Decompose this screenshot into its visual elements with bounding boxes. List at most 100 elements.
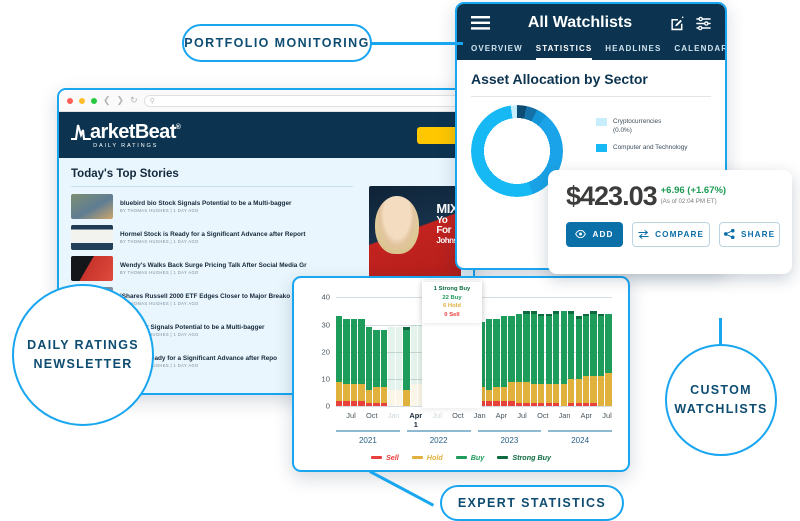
page-title: Today's Top Stories: [71, 168, 461, 180]
hamburger-menu-icon[interactable]: [471, 16, 490, 30]
bar-segment-hold: [523, 382, 529, 404]
bar-segment-sell: [531, 403, 537, 406]
marketbeat-tagline: DAILY RATINGS: [71, 143, 180, 149]
bar-segment-sell: [343, 401, 349, 406]
chart-bar[interactable]: [493, 319, 499, 406]
window-minimize-dot[interactable]: [79, 98, 85, 104]
chart-bar[interactable]: [396, 327, 402, 406]
chart-bar[interactable]: [501, 316, 507, 406]
x-axis-tick: Jan: [474, 411, 486, 429]
year-group-label: 2021: [336, 436, 400, 445]
tab-headlines[interactable]: HEADLINES: [605, 44, 661, 60]
story-headline: Wendy's Walks Back Surge Pricing Talk Af…: [120, 262, 307, 269]
chart-bar[interactable]: [516, 314, 522, 406]
chart-bar[interactable]: [590, 311, 596, 406]
year-group-line: [407, 430, 471, 432]
forward-icon[interactable]: ❯: [117, 95, 125, 106]
address-bar[interactable]: ⚲: [144, 95, 465, 107]
chart-bar[interactable]: [343, 319, 349, 406]
badge-line-2: NEWSLETTER: [33, 355, 132, 374]
chart-bar[interactable]: [568, 311, 574, 406]
legend-swatch: [497, 456, 508, 459]
badge-portfolio-monitoring[interactable]: PORTFOLIO MONITORING: [182, 24, 372, 62]
marketbeat-wordmark: arketBeat: [90, 121, 176, 143]
chart-bar[interactable]: [561, 311, 567, 406]
bar-segment-hold: [553, 384, 559, 403]
x-axis-tick: [486, 411, 496, 429]
legend-item-strong-buy[interactable]: Strong Buy: [497, 453, 551, 462]
tab-calendar[interactable]: CALENDAR: [674, 44, 727, 60]
share-button[interactable]: SHARE: [719, 222, 780, 247]
chart-bar[interactable]: [523, 311, 529, 406]
chart-bar[interactable]: [553, 311, 559, 406]
bar-segment-hold: [411, 384, 417, 406]
badge-custom-watchlists[interactable]: CUSTOM WATCHLISTS: [665, 344, 777, 456]
bar-segment-sell: [590, 403, 596, 406]
legend-item-computer-and-technology[interactable]: Computer and Technology: [596, 143, 688, 152]
chart-bar[interactable]: [576, 316, 582, 406]
legend-item-sell[interactable]: Sell: [371, 453, 399, 462]
year-group-line: [478, 430, 542, 432]
y-axis-tick: 0: [326, 402, 330, 411]
bar-segment-buy: [576, 319, 582, 379]
tab-statistics[interactable]: STATISTICS: [536, 44, 592, 60]
window-close-dot[interactable]: [67, 98, 73, 104]
bar-segment-sell: [583, 403, 589, 406]
chart-bar[interactable]: [486, 319, 492, 406]
chart-bar[interactable]: [351, 319, 357, 406]
chart-bar[interactable]: [411, 325, 417, 406]
browser-chrome-bar: ❮ ❯ ↻ ⚲: [59, 90, 473, 112]
bar-segment-hold: [546, 384, 552, 403]
badge-daily-ratings-newsletter[interactable]: DAILY RATINGS NEWSLETTER: [12, 284, 154, 426]
bar-segment-buy: [546, 316, 552, 384]
chart-bar[interactable]: [546, 314, 552, 406]
chart-bar[interactable]: [598, 314, 604, 406]
chart-bar[interactable]: [508, 316, 514, 406]
story-thumbnail: [71, 194, 113, 219]
panel-heading: Asset Allocation by Sector: [471, 71, 711, 87]
add-button[interactable]: ADD: [566, 222, 623, 247]
chart-bar[interactable]: [388, 327, 394, 406]
edit-icon[interactable]: [670, 16, 685, 31]
bar-segment-buy: [538, 316, 544, 384]
bar-segment-buy: [403, 330, 409, 390]
chart-bar[interactable]: [531, 311, 537, 406]
chart-bar[interactable]: [403, 327, 409, 406]
bar-segment-buy: [583, 316, 589, 376]
chart-bar[interactable]: [358, 319, 364, 406]
bar-segment-buy: [411, 325, 417, 385]
badge-expert-statistics[interactable]: EXPERT STATISTICS: [440, 485, 624, 521]
chart-bar[interactable]: [538, 314, 544, 406]
marketbeat-logo[interactable]: arketBeat® DAILY RATINGS: [71, 121, 180, 149]
legend-item-cryptocurrencies[interactable]: Cryptocurrencies (0.0%): [596, 117, 688, 136]
x-axis-tick: [422, 411, 432, 429]
legend-swatch: [456, 456, 467, 459]
chart-bar[interactable]: [366, 327, 372, 406]
reload-icon[interactable]: ↻: [130, 95, 138, 106]
bar-segment-sell: [576, 403, 582, 406]
story-meta: BY THOMAS HUGHES | 1 DAY AGO: [120, 270, 307, 275]
story-headline: bluebird bio Stock Signals Potential to …: [120, 200, 292, 207]
year-group-line: [336, 430, 400, 432]
tab-overview[interactable]: OVERVIEW: [471, 44, 523, 60]
settings-sliders-icon[interactable]: [696, 16, 711, 31]
y-axis-tick: 20: [322, 347, 330, 356]
bar-segment-hold: [358, 384, 364, 400]
featured-article-image[interactable]: MIX Yo For Johns: [369, 186, 461, 282]
story-headline: iShares Russell 2000 ETF Edges Closer to…: [120, 293, 290, 300]
compare-button[interactable]: COMPARE: [632, 222, 710, 247]
x-axis-tick: Oct: [537, 411, 549, 429]
window-maximize-dot[interactable]: [91, 98, 97, 104]
chart-bar[interactable]: [336, 316, 342, 406]
bar-segment-buy: [553, 314, 559, 385]
back-icon[interactable]: ❮: [103, 95, 111, 106]
chart-bar[interactable]: [583, 314, 589, 406]
legend-item-buy[interactable]: Buy: [456, 453, 485, 462]
chart-bar[interactable]: [373, 330, 379, 406]
legend-label: Hold: [427, 453, 443, 462]
chart-bar[interactable]: [381, 330, 387, 406]
bar-segment-buy: [373, 330, 379, 387]
bar-segment-hold: [538, 384, 544, 403]
legend-item-hold[interactable]: Hold: [412, 453, 443, 462]
chart-bar[interactable]: [605, 314, 611, 406]
